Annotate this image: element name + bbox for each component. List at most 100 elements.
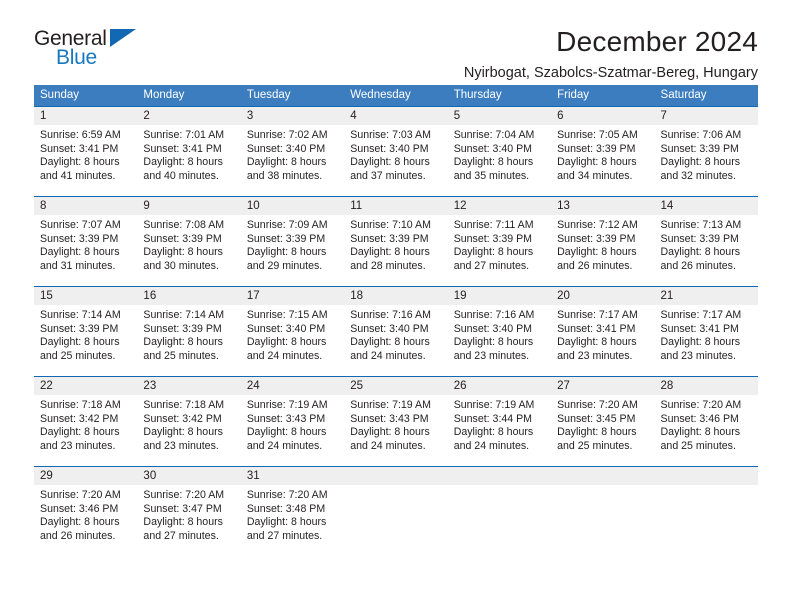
sunset-text: Sunset: 3:42 PM [143, 412, 222, 425]
day-details: Sunrise: 7:08 AM Sunset: 3:39 PM Dayligh… [137, 215, 240, 273]
day-cell[interactable]: 20 Sunrise: 7:17 AM Sunset: 3:41 PM Dayl… [551, 286, 655, 377]
day-details: Sunrise: 7:17 AM Sunset: 3:41 PM Dayligh… [551, 305, 654, 363]
weekday-header-row: Sunday Monday Tuesday Wednesday Thursday… [34, 85, 758, 107]
sunrise-text: Sunrise: 7:19 AM [246, 399, 328, 411]
sunset-text: Sunset: 3:39 PM [143, 322, 222, 335]
weekday-header-sunday: Sunday [34, 85, 138, 107]
day-cell[interactable]: 31 Sunrise: 7:20 AM Sunset: 3:48 PM Dayl… [240, 466, 345, 557]
day-cell[interactable]: 12 Sunrise: 7:11 AM Sunset: 3:39 PM Dayl… [447, 196, 552, 287]
location-subtitle: Nyirbogat, Szabolcs-Szatmar-Bereg, Hunga… [463, 65, 758, 82]
day-details: Sunrise: 7:20 AM Sunset: 3:46 PM Dayligh… [655, 395, 758, 453]
day-cell[interactable]: 13 Sunrise: 7:12 AM Sunset: 3:39 PM Dayl… [551, 196, 655, 287]
daylight-text-line1: Daylight: 8 hours [143, 426, 223, 439]
week-row: 8 Sunrise: 7:07 AM Sunset: 3:39 PM Dayli… [34, 196, 758, 287]
day-number: 23 [137, 377, 241, 395]
day-cell[interactable]: 18 Sunrise: 7:16 AM Sunset: 3:40 PM Dayl… [344, 286, 448, 377]
day-cell[interactable]: 7 Sunrise: 7:06 AM Sunset: 3:39 PM Dayli… [654, 106, 758, 197]
week-row: 22 Sunrise: 7:18 AM Sunset: 3:42 PM Dayl… [34, 376, 758, 467]
day-cell[interactable]: 21 Sunrise: 7:17 AM Sunset: 3:41 PM Dayl… [654, 286, 758, 377]
day-cell[interactable]: 8 Sunrise: 7:07 AM Sunset: 3:39 PM Dayli… [34, 196, 138, 287]
day-details: Sunrise: 7:20 AM Sunset: 3:47 PM Dayligh… [137, 485, 240, 543]
weekday-header-thursday: Thursday [447, 85, 552, 107]
day-number: 29 [34, 467, 138, 485]
daylight-text-line2: and 25 minutes. [557, 439, 633, 452]
day-number: 1 [34, 107, 138, 125]
day-cell[interactable]: 19 Sunrise: 7:16 AM Sunset: 3:40 PM Dayl… [447, 286, 552, 377]
sunrise-text: Sunrise: 7:17 AM [660, 309, 742, 321]
sunrise-text: Sunrise: 7:15 AM [246, 309, 328, 321]
sunset-text: Sunset: 3:39 PM [350, 232, 429, 245]
day-cell[interactable]: 1 Sunrise: 6:59 AM Sunset: 3:41 PM Dayli… [34, 106, 138, 197]
day-cell[interactable]: 16 Sunrise: 7:14 AM Sunset: 3:39 PM Dayl… [137, 286, 241, 377]
daylight-text-line1: Daylight: 8 hours [40, 156, 120, 169]
day-details: Sunrise: 7:03 AM Sunset: 3:40 PM Dayligh… [344, 125, 447, 183]
day-cell[interactable]: 22 Sunrise: 7:18 AM Sunset: 3:42 PM Dayl… [34, 376, 138, 467]
day-number: 15 [34, 287, 138, 305]
daylight-text-line1: Daylight: 8 hours [660, 426, 741, 439]
daylight-text-line1: Daylight: 8 hours [246, 516, 327, 529]
daylight-text-line2: and 34 minutes. [557, 169, 633, 182]
day-details: Sunrise: 7:12 AM Sunset: 3:39 PM Dayligh… [551, 215, 654, 273]
day-cell[interactable]: 9 Sunrise: 7:08 AM Sunset: 3:39 PM Dayli… [137, 196, 241, 287]
day-cell[interactable]: 10 Sunrise: 7:09 AM Sunset: 3:39 PM Dayl… [240, 196, 345, 287]
daylight-text-line2: and 30 minutes. [143, 259, 219, 272]
day-cell[interactable]: 24 Sunrise: 7:19 AM Sunset: 3:43 PM Dayl… [240, 376, 345, 467]
sunrise-text: Sunrise: 7:12 AM [557, 219, 638, 231]
sunrise-text: Sunrise: 7:20 AM [660, 399, 742, 411]
daylight-text-line1: Daylight: 8 hours [557, 246, 637, 259]
day-cell[interactable]: 25 Sunrise: 7:19 AM Sunset: 3:43 PM Dayl… [344, 376, 448, 467]
day-cell[interactable]: 17 Sunrise: 7:15 AM Sunset: 3:40 PM Dayl… [240, 286, 345, 377]
day-cell[interactable]: 2 Sunrise: 7:01 AM Sunset: 3:41 PM Dayli… [137, 106, 241, 197]
sunset-text: Sunset: 3:39 PM [557, 232, 636, 245]
sunrise-text: Sunrise: 7:19 AM [350, 399, 431, 411]
day-cell[interactable]: 28 Sunrise: 7:20 AM Sunset: 3:46 PM Dayl… [654, 376, 758, 467]
daylight-text-line1: Daylight: 8 hours [143, 336, 223, 349]
day-number [447, 467, 552, 485]
day-cell[interactable]: 4 Sunrise: 7:03 AM Sunset: 3:40 PM Dayli… [344, 106, 448, 197]
daylight-text-line2: and 27 minutes. [143, 529, 219, 542]
day-number: 25 [344, 377, 448, 395]
daylight-text-line2: and 26 minutes. [660, 259, 736, 272]
day-cell[interactable]: 23 Sunrise: 7:18 AM Sunset: 3:42 PM Dayl… [137, 376, 241, 467]
weekday-header-saturday: Saturday [654, 85, 758, 107]
day-details: Sunrise: 7:14 AM Sunset: 3:39 PM Dayligh… [137, 305, 240, 363]
day-details: Sunrise: 7:19 AM Sunset: 3:44 PM Dayligh… [448, 395, 551, 453]
daylight-text-line2: and 32 minutes. [660, 169, 736, 182]
day-cell[interactable]: 26 Sunrise: 7:19 AM Sunset: 3:44 PM Dayl… [447, 376, 552, 467]
day-cell[interactable]: 3 Sunrise: 7:02 AM Sunset: 3:40 PM Dayli… [240, 106, 345, 197]
sunrise-text: Sunrise: 7:13 AM [660, 219, 742, 231]
sunset-text: Sunset: 3:47 PM [143, 502, 222, 515]
day-cell-empty [344, 466, 448, 557]
day-details: Sunrise: 7:20 AM Sunset: 3:48 PM Dayligh… [241, 485, 344, 543]
sunrise-text: Sunrise: 7:14 AM [143, 309, 225, 321]
sunset-text: Sunset: 3:41 PM [40, 142, 119, 155]
sunset-text: Sunset: 3:43 PM [350, 412, 429, 425]
day-cell[interactable]: 14 Sunrise: 7:13 AM Sunset: 3:39 PM Dayl… [654, 196, 758, 287]
day-number: 5 [447, 107, 552, 125]
sunset-text: Sunset: 3:39 PM [40, 322, 119, 335]
daylight-text-line2: and 26 minutes. [40, 529, 116, 542]
day-cell[interactable]: 29 Sunrise: 7:20 AM Sunset: 3:46 PM Dayl… [34, 466, 138, 557]
day-details: Sunrise: 7:19 AM Sunset: 3:43 PM Dayligh… [344, 395, 447, 453]
sunset-text: Sunset: 3:40 PM [246, 322, 326, 335]
day-number: 4 [344, 107, 448, 125]
daylight-text-line2: and 27 minutes. [453, 259, 530, 272]
day-number [551, 467, 655, 485]
day-cell[interactable]: 11 Sunrise: 7:10 AM Sunset: 3:39 PM Dayl… [344, 196, 448, 287]
daylight-text-line1: Daylight: 8 hours [246, 156, 327, 169]
day-cell[interactable]: 15 Sunrise: 7:14 AM Sunset: 3:39 PM Dayl… [34, 286, 138, 377]
day-details: Sunrise: 7:07 AM Sunset: 3:39 PM Dayligh… [34, 215, 137, 273]
day-number: 14 [654, 197, 758, 215]
day-number: 24 [240, 377, 345, 395]
daylight-text-line1: Daylight: 8 hours [350, 426, 430, 439]
day-details: Sunrise: 7:15 AM Sunset: 3:40 PM Dayligh… [241, 305, 344, 363]
day-cell[interactable]: 27 Sunrise: 7:20 AM Sunset: 3:45 PM Dayl… [551, 376, 655, 467]
sunrise-text: Sunrise: 7:14 AM [40, 309, 121, 321]
day-cell[interactable]: 30 Sunrise: 7:20 AM Sunset: 3:47 PM Dayl… [137, 466, 241, 557]
day-number: 28 [654, 377, 758, 395]
day-cell[interactable]: 5 Sunrise: 7:04 AM Sunset: 3:40 PM Dayli… [447, 106, 552, 197]
day-details: Sunrise: 7:04 AM Sunset: 3:40 PM Dayligh… [448, 125, 551, 183]
daylight-text-line2: and 35 minutes. [453, 169, 530, 182]
day-cell[interactable]: 6 Sunrise: 7:05 AM Sunset: 3:39 PM Dayli… [551, 106, 655, 197]
sunset-text: Sunset: 3:43 PM [246, 412, 326, 425]
